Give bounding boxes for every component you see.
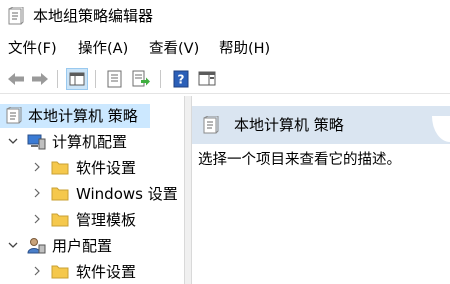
details-description: 选择一个项目来查看它的描述。 — [198, 152, 401, 168]
tree-item-user-software-settings[interactable]: 软件设置 — [0, 260, 184, 284]
export-list-icon[interactable] — [130, 68, 152, 90]
policy-doc-icon — [5, 106, 23, 124]
tree-item-user-config[interactable]: 用户配置 — [0, 234, 184, 258]
tree-item-label: Windows 设置 — [76, 185, 178, 203]
details-title: 本地计算机 策略 — [234, 116, 344, 134]
navigation-tree: 本地计算机 策略 计算机配置 软件设置 Windows 设置 管理模板 用户配置… — [0, 96, 184, 284]
toolbar-separator — [95, 70, 96, 88]
properties-icon[interactable] — [104, 68, 126, 90]
toolbar-separator — [160, 70, 161, 88]
tree-item-label: 软件设置 — [76, 159, 137, 177]
tree-item-software-settings[interactable]: 软件设置 — [0, 156, 184, 180]
header-corner-decoration — [432, 116, 450, 142]
folder-icon — [51, 185, 69, 202]
policy-doc-icon — [202, 115, 220, 135]
chevron-down-icon[interactable] — [7, 135, 19, 147]
computer-icon — [27, 133, 46, 150]
chevron-right-icon[interactable] — [31, 187, 43, 199]
tree-item-label: 用户配置 — [52, 237, 113, 255]
chevron-down-icon[interactable] — [7, 239, 19, 251]
details-pane: 本地计算机 策略 选择一个项目来查看它的描述。 — [192, 96, 450, 284]
tree-item-windows-settings[interactable]: Windows 设置 — [0, 182, 184, 206]
menu-view[interactable]: 查看(V) — [149, 38, 199, 60]
chevron-right-icon[interactable] — [31, 161, 43, 173]
tree-item-computer-config[interactable]: 计算机配置 — [0, 130, 184, 154]
user-icon — [27, 237, 46, 254]
details-header: 本地计算机 策略 — [192, 106, 450, 144]
window-title: 本地组策略编辑器 — [33, 7, 154, 25]
tree-item-label: 本地计算机 策略 — [28, 107, 138, 125]
folder-icon — [51, 159, 69, 176]
back-arrow-icon[interactable] — [5, 68, 27, 90]
tree-item-label: 计算机配置 — [52, 133, 128, 151]
menu-bar: 文件(F) 操作(A) 查看(V) 帮助(H) — [0, 38, 450, 60]
menu-action[interactable]: 操作(A) — [78, 38, 128, 60]
folder-icon — [51, 211, 69, 228]
title-bar: 本地组策略编辑器 — [0, 0, 450, 33]
svg-text:?: ? — [178, 73, 185, 87]
tree-item-local-computer-policy[interactable]: 本地计算机 策略 — [0, 104, 150, 128]
tree-item-admin-templates[interactable]: 管理模板 — [0, 208, 184, 232]
forward-arrow-icon[interactable] — [29, 68, 51, 90]
tree-item-label: 管理模板 — [76, 211, 137, 229]
chevron-right-icon[interactable] — [31, 265, 43, 277]
menu-file[interactable]: 文件(F) — [8, 38, 57, 60]
toolbar-separator — [57, 70, 58, 88]
policy-doc-icon — [7, 6, 25, 26]
tree-item-label: 软件设置 — [76, 263, 137, 281]
toolbar: ? — [0, 64, 450, 94]
show-hide-tree-icon[interactable] — [66, 68, 88, 90]
help-icon[interactable]: ? — [170, 68, 192, 90]
action-pane-icon[interactable] — [196, 68, 218, 90]
chevron-right-icon[interactable] — [31, 213, 43, 225]
menu-help[interactable]: 帮助(H) — [219, 38, 270, 60]
pane-splitter[interactable] — [184, 96, 192, 284]
folder-icon — [51, 263, 69, 280]
